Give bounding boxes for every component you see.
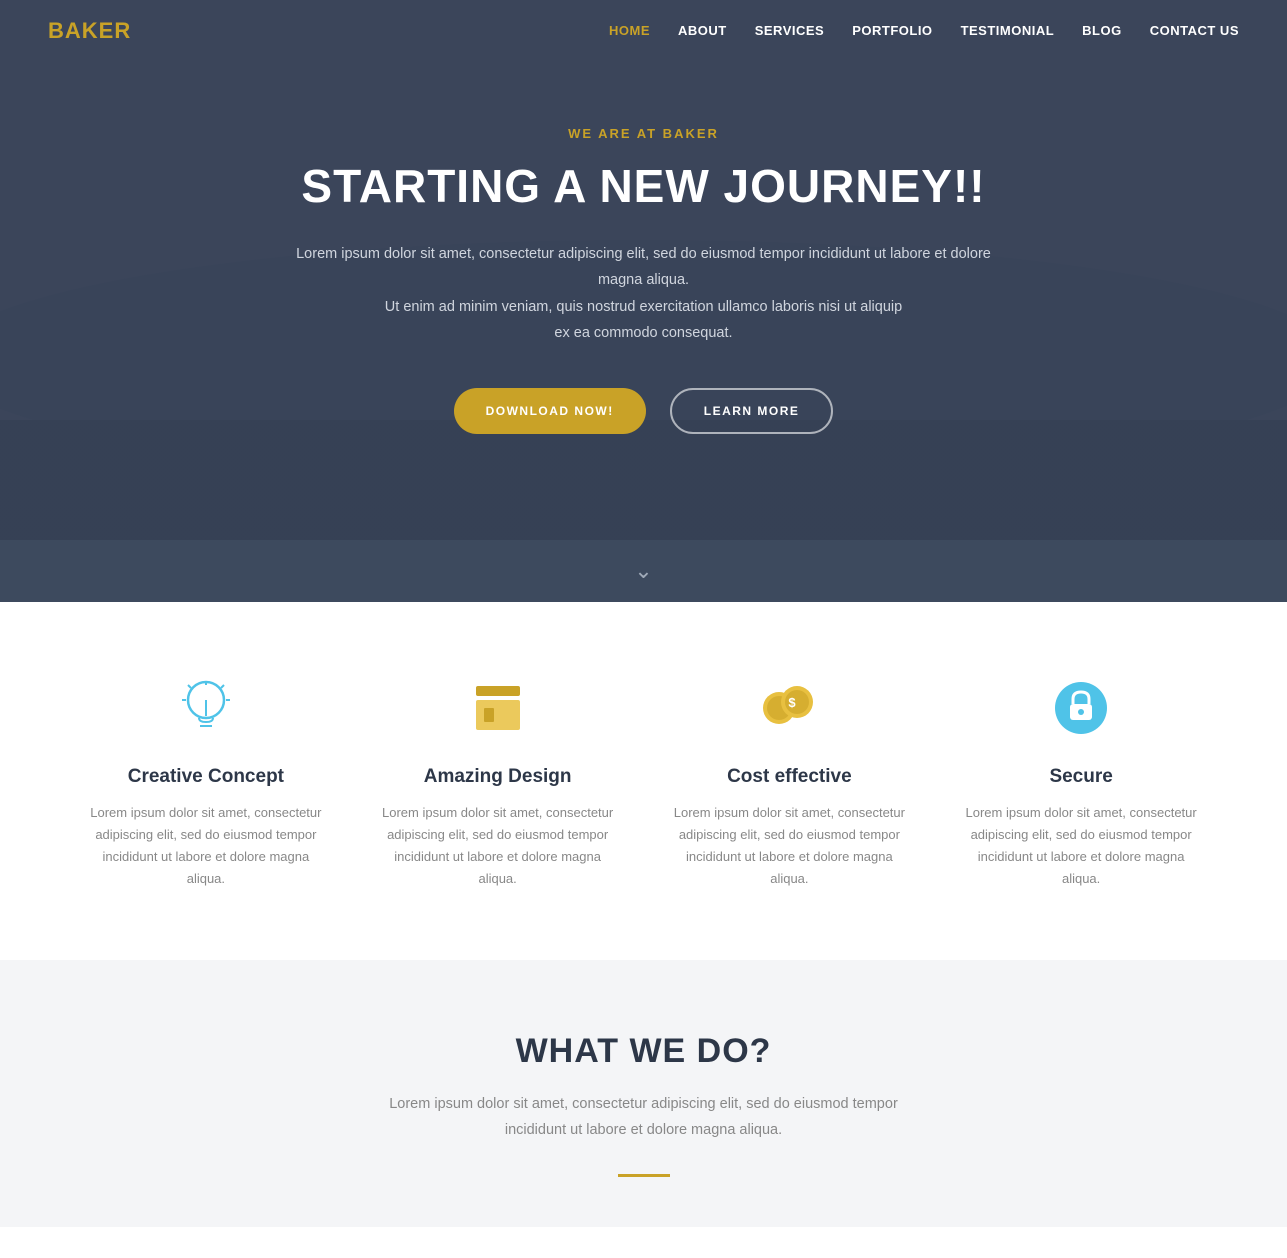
feature-desc-secure: Lorem ipsum dolor sit amet, consectetur …	[965, 802, 1197, 890]
hero-desc-line2: Ut enim ad minim veniam, quis nostrud ex…	[385, 299, 902, 315]
navbar: BAKER HOME ABOUT SERVICES PORTFOLIO TEST…	[0, 0, 1287, 62]
scroll-down-icon[interactable]: ⌄	[634, 558, 652, 584]
feature-title-secure: Secure	[965, 766, 1197, 788]
feature-title-cost: Cost effective	[674, 766, 906, 788]
what-we-do-title: WHAT WE DO?	[40, 1032, 1247, 1071]
nav-link-testimonial[interactable]: TESTIMONIAL	[961, 23, 1055, 38]
nav-link-services[interactable]: SERVICES	[755, 23, 825, 38]
feature-desc-cost: Lorem ipsum dolor sit amet, consectetur …	[674, 802, 906, 890]
hero-subtitle: WE ARE AT BAKER	[568, 126, 719, 141]
nav-item-contact[interactable]: CONTACT US	[1150, 22, 1239, 40]
lightbulb-icon	[170, 672, 242, 744]
hero-desc-line3: ex ea commodo consequat.	[554, 325, 732, 341]
download-button[interactable]: DOWNLOAD NOW!	[454, 388, 646, 434]
hero-buttons: DOWNLOAD NOW! LEARN MORE	[454, 388, 834, 434]
svg-text:$: $	[789, 695, 797, 710]
nav-link-portfolio[interactable]: PORTFOLIO	[852, 23, 932, 38]
design-icon	[462, 672, 534, 744]
nav-links: HOME ABOUT SERVICES PORTFOLIO TESTIMONIA…	[609, 22, 1239, 40]
hero-desc-line1: Lorem ipsum dolor sit amet, consectetur …	[296, 246, 991, 288]
nav-link-home[interactable]: HOME	[609, 23, 650, 38]
nav-item-about[interactable]: ABOUT	[678, 22, 727, 40]
hero-description: Lorem ipsum dolor sit amet, consectetur …	[284, 241, 1004, 345]
scroll-arrow-bar: ⌄	[0, 540, 1287, 602]
nav-item-home[interactable]: HOME	[609, 22, 650, 40]
logo-ker: KER	[82, 18, 131, 43]
what-we-do-desc: Lorem ipsum dolor sit amet, consectetur …	[364, 1091, 924, 1143]
nav-link-about[interactable]: ABOUT	[678, 23, 727, 38]
logo-ba: BA	[48, 18, 82, 43]
nav-item-portfolio[interactable]: PORTFOLIO	[852, 22, 932, 40]
nav-item-blog[interactable]: BLOG	[1082, 22, 1122, 40]
feature-creative-concept: Creative Concept Lorem ipsum dolor sit a…	[60, 672, 352, 890]
site-logo[interactable]: BAKER	[48, 18, 131, 44]
feature-amazing-design: Amazing Design Lorem ipsum dolor sit ame…	[352, 672, 644, 890]
what-we-do-section: WHAT WE DO? Lorem ipsum dolor sit amet, …	[0, 960, 1287, 1226]
hero-section: WE ARE AT BAKER STARTING A NEW JOURNEY!!…	[0, 0, 1287, 540]
feature-title-design: Amazing Design	[382, 766, 614, 788]
what-we-do-divider	[618, 1174, 670, 1177]
hero-title: STARTING A NEW JOURNEY!!	[301, 159, 985, 213]
nav-item-testimonial[interactable]: TESTIMONIAL	[961, 22, 1055, 40]
nav-item-services[interactable]: SERVICES	[755, 22, 825, 40]
coins-icon: $	[753, 672, 825, 744]
feature-cost-effective: $ Cost effective Lorem ipsum dolor sit a…	[644, 672, 936, 890]
nav-link-contact[interactable]: CONTACT US	[1150, 23, 1239, 38]
feature-desc-creative: Lorem ipsum dolor sit amet, consectetur …	[90, 802, 322, 890]
feature-secure: Secure Lorem ipsum dolor sit amet, conse…	[935, 672, 1227, 890]
lock-icon	[1045, 672, 1117, 744]
feature-desc-design: Lorem ipsum dolor sit amet, consectetur …	[382, 802, 614, 890]
features-section: Creative Concept Lorem ipsum dolor sit a…	[0, 602, 1287, 960]
nav-link-blog[interactable]: BLOG	[1082, 23, 1122, 38]
feature-title-creative: Creative Concept	[90, 766, 322, 788]
learn-more-button[interactable]: LEARN MORE	[670, 388, 834, 434]
